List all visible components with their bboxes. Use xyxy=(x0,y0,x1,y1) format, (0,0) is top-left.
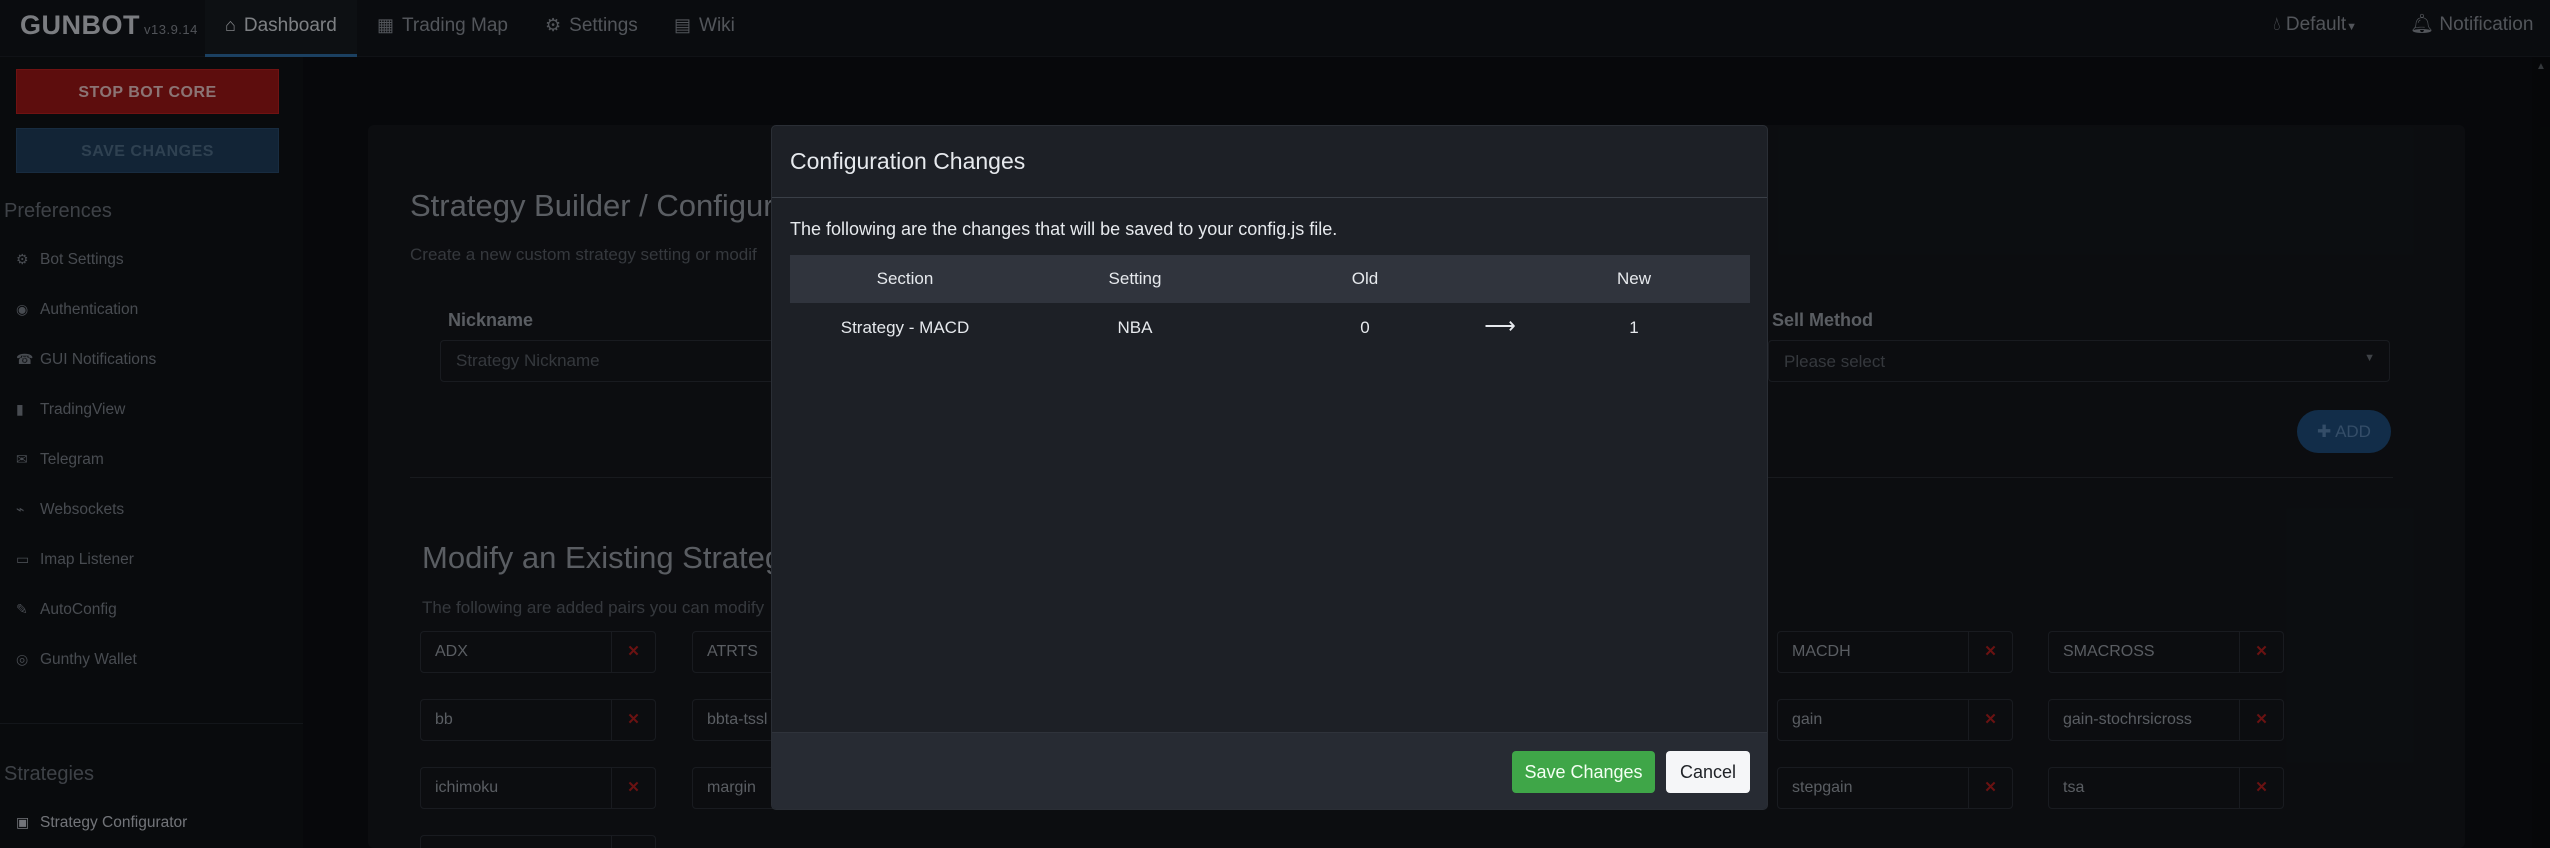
cell-old: 0 xyxy=(1360,318,1370,337)
column-header-new: New xyxy=(1616,269,1651,288)
modal-title: Configuration Changes xyxy=(790,148,1026,174)
column-header-old: Old xyxy=(1351,269,1379,288)
cell-new: 1 xyxy=(1629,318,1639,337)
column-header-section: Section xyxy=(876,269,934,288)
column-header-setting: Setting xyxy=(1108,269,1162,288)
modal-footer: Save Changes Cancel xyxy=(772,732,1767,809)
cell-setting: NBA xyxy=(1117,318,1153,337)
cancel-button[interactable]: Cancel xyxy=(1666,751,1750,793)
table-header: Section Setting Old New xyxy=(790,255,1750,303)
configuration-changes-modal: Configuration Changes The following are … xyxy=(771,125,1768,810)
modal-divider xyxy=(772,197,1767,198)
save-changes-button[interactable]: Save Changes xyxy=(1512,751,1655,793)
arrow-right-icon: ⟶ xyxy=(1484,313,1516,338)
cell-section: Strategy - MACD xyxy=(840,318,970,337)
modal-description: The following are the changes that will … xyxy=(790,219,1338,239)
